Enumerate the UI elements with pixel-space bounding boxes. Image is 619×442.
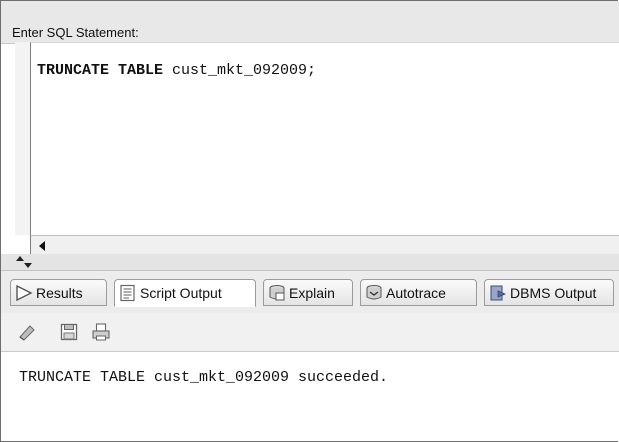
tab-dbms-output[interactable]: DBMS Output xyxy=(484,279,614,306)
output-tabs: Results Script Output Explain Autotrace xyxy=(1,271,619,314)
tab-label: Results xyxy=(36,284,83,301)
horizontal-scrollbar[interactable] xyxy=(30,235,619,255)
sql-statement-label: Enter SQL Statement: xyxy=(12,25,139,40)
tab-label: Explain xyxy=(289,284,335,301)
sql-table-name: cust_mkt_092009; xyxy=(163,62,317,79)
explain-plan-icon xyxy=(269,284,285,300)
tab-label: DBMS Output xyxy=(510,284,597,301)
script-page-icon xyxy=(120,284,135,302)
triangle-arrow-icon xyxy=(16,284,33,301)
tab-label: Script Output xyxy=(140,285,222,301)
tab-autotrace[interactable]: Autotrace xyxy=(360,279,477,306)
output-toolbar xyxy=(1,313,619,352)
sql-header: Enter SQL Statement: xyxy=(1,1,619,44)
print-icon[interactable] xyxy=(91,322,111,342)
sql-keyword: TRUNCATE TABLE xyxy=(37,62,164,79)
tab-label: Autotrace xyxy=(386,284,446,301)
scroll-left-icon[interactable] xyxy=(35,239,48,252)
tab-results[interactable]: Results xyxy=(10,279,107,306)
autotrace-icon xyxy=(366,284,382,299)
save-icon[interactable] xyxy=(59,322,79,342)
tab-explain[interactable]: Explain xyxy=(263,279,353,306)
expand-collapse-icon[interactable] xyxy=(15,256,33,268)
eraser-icon[interactable] xyxy=(17,322,37,342)
tab-script-output[interactable]: Script Output xyxy=(114,279,256,307)
script-output-text: TRUNCATE TABLE cust_mkt_092009 succeeded… xyxy=(19,369,389,386)
sql-statement-text[interactable]: TRUNCATE TABLE cust_mkt_092009; xyxy=(37,62,316,79)
editor-gutter xyxy=(15,42,31,235)
script-output-panel: TRUNCATE TABLE cust_mkt_092009 succeeded… xyxy=(1,352,619,441)
panel-splitter[interactable] xyxy=(1,254,619,271)
dbms-output-icon xyxy=(490,285,507,300)
